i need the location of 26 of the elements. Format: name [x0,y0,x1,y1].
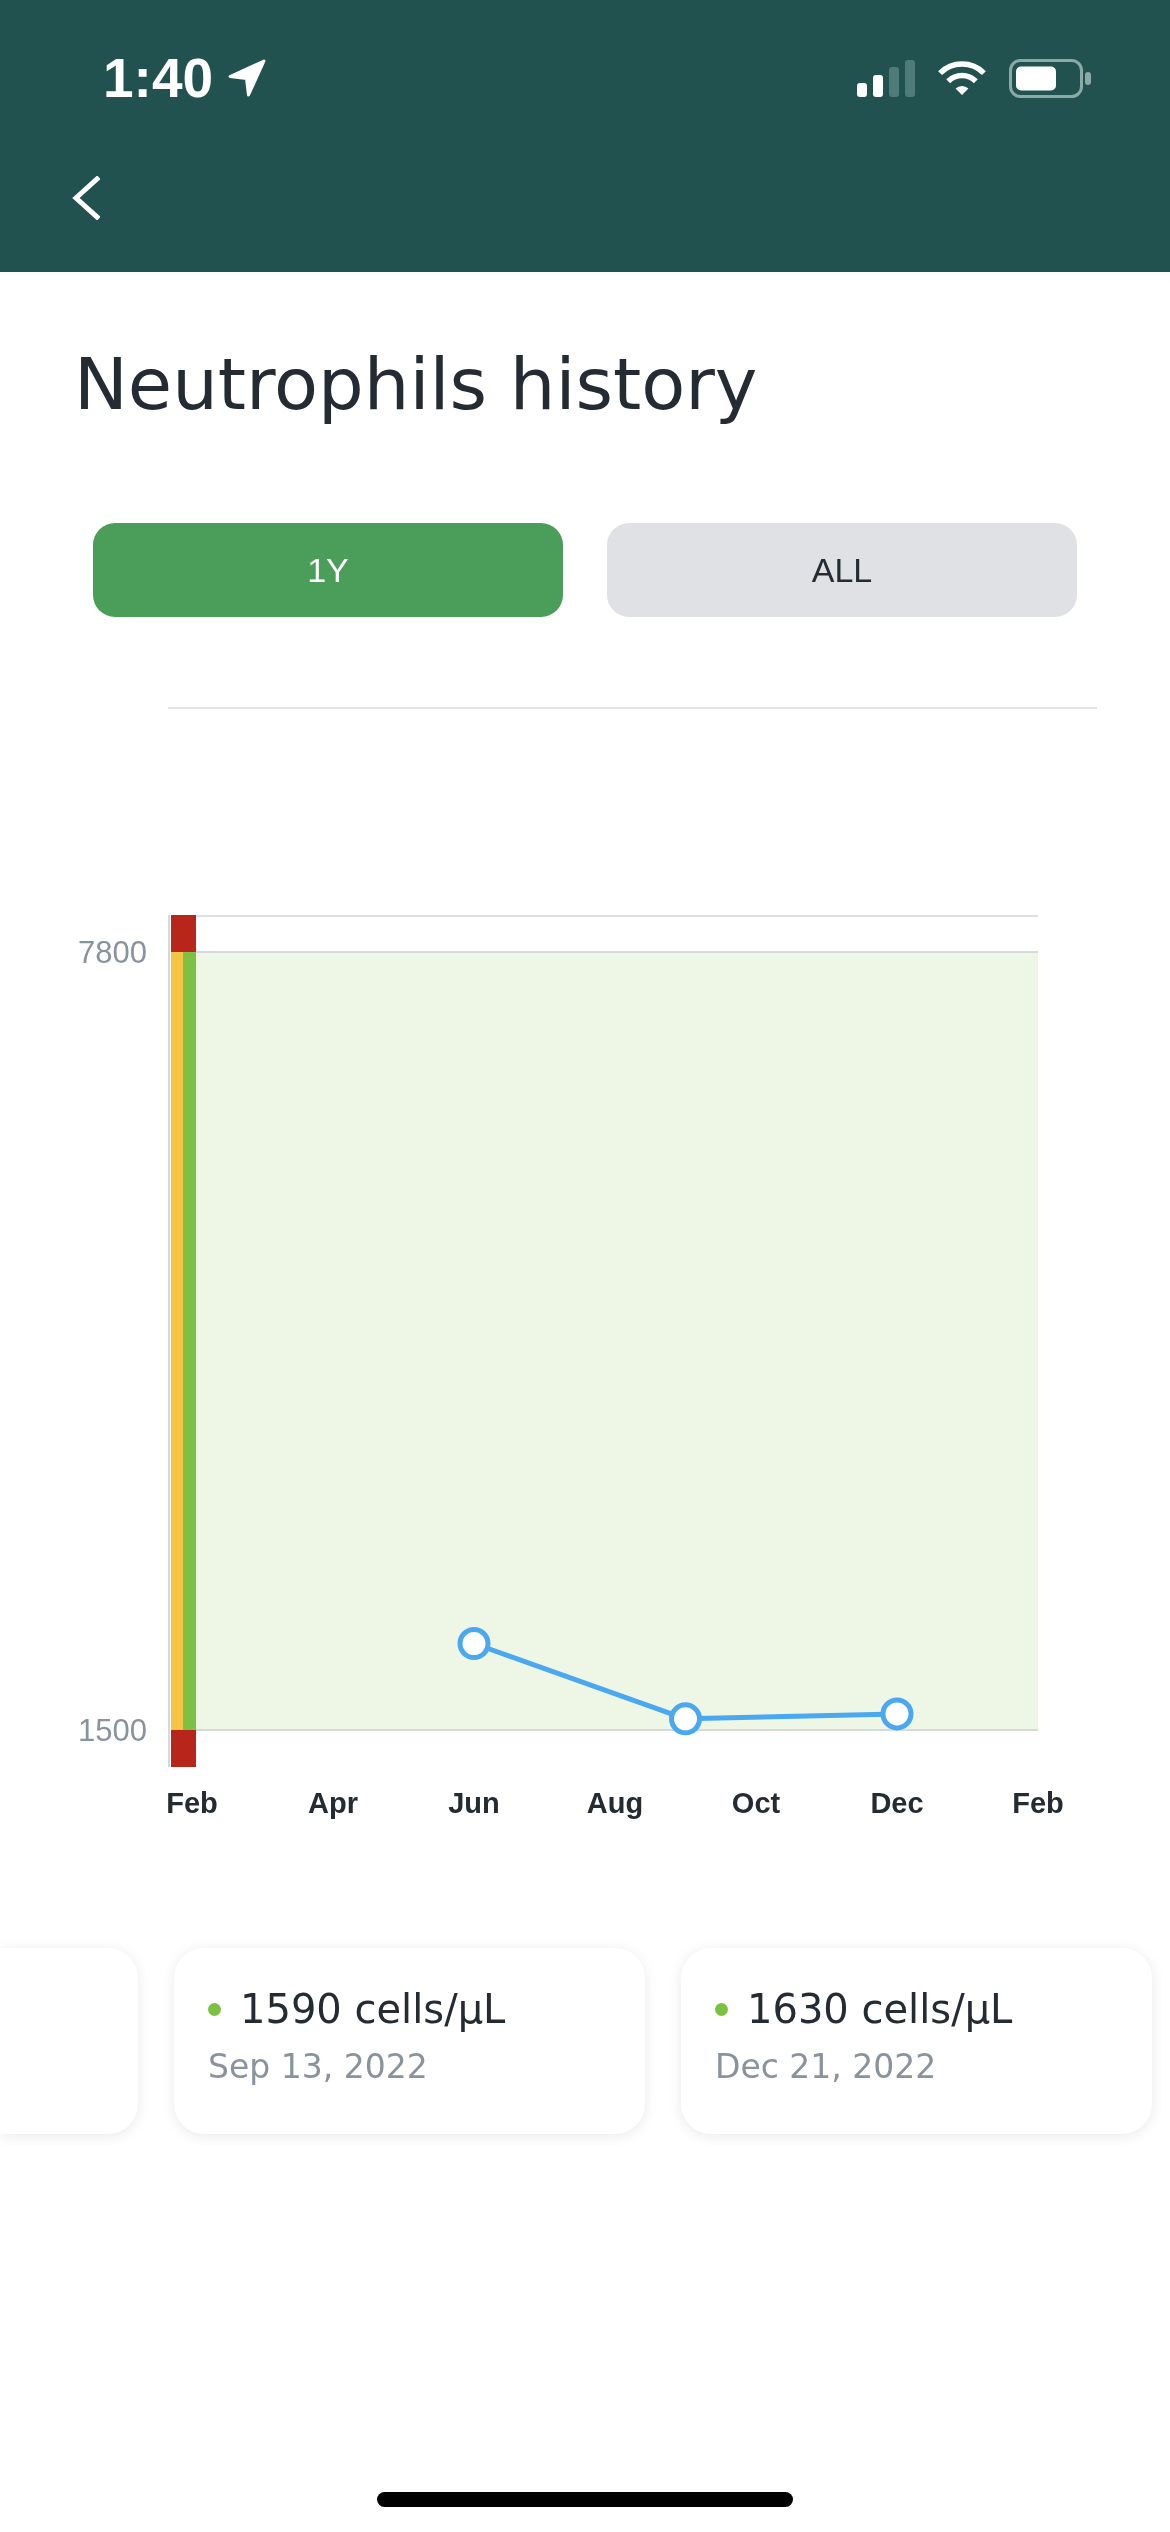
y-axis-label: 1500 [78,1712,147,1748]
reading-card[interactable]: 1590 cells/μL Sep 13, 2022 [174,1948,645,2134]
range-tab[interactable]: ALL [607,523,1077,617]
reading-card[interactable]: 1630 cells/μL Dec 21, 2022 [681,1948,1152,2134]
x-axis-label: Dec [870,1787,924,1819]
data-point [669,1702,702,1736]
x-axis-label: Oct [731,1787,781,1819]
x-axis-label: Aug [586,1787,644,1819]
battery-icon [1009,58,1091,98]
x-axis-label: Feb [1012,1787,1064,1819]
back-icon[interactable] [72,176,100,220]
wifi-icon [937,60,987,96]
reading-date: Sep 13, 2022 [208,2046,428,2088]
reading-value: 1630 cells/μL [747,1985,1013,2034]
location-arrow-icon [227,58,268,98]
x-axis-label: Feb [166,1787,218,1819]
reading-date: Dec 21, 2022 [715,2046,937,2088]
signal-icon [857,59,915,97]
x-axis-label: Jun [448,1787,500,1819]
reading-value: 1590 cells/μL [240,1985,506,2034]
data-point [880,1697,914,1731]
page-title: Neutrophils history [74,341,758,427]
status-time: 1:40 [103,47,214,109]
y-axis-label: 7800 [78,935,147,971]
x-axis-label: Apr [308,1787,358,1819]
data-point [457,1627,491,1660]
